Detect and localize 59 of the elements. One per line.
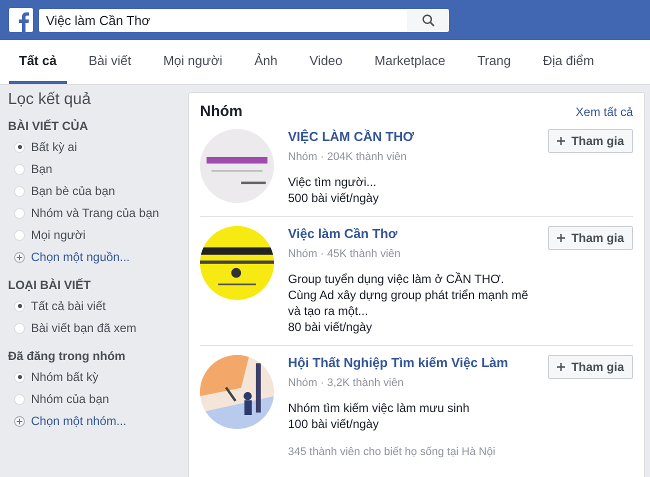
filter-title: Lọc kết quả	[8, 91, 92, 109]
members-note: 345 thành viên cho biết họ sống tại Hà Nội	[288, 445, 496, 460]
search-tab[interactable]: Ảnh	[244, 40, 288, 84]
filter-option[interactable]: Mọi người	[31, 228, 86, 242]
filter-option[interactable]: Tất cả bài viết	[31, 299, 106, 313]
search-field[interactable]: Việc làm Cần Thơ	[39, 8, 407, 32]
search-tab[interactable]: Tất cả	[9, 40, 67, 84]
radio-button[interactable]	[14, 208, 25, 218]
filter-option[interactable]: Bạn	[31, 162, 52, 176]
search-tab[interactable]: Địa điểm	[532, 40, 604, 84]
plus-icon	[557, 137, 566, 145]
filter-heading: LOẠI BÀI VIẾT	[8, 278, 92, 292]
group-description: Nhóm tìm kiếm việc làm mưu sinh	[288, 400, 470, 416]
group-name-link[interactable]: VIỆC LÀM CẦN THƠ	[288, 129, 534, 145]
filter-option[interactable]: Bất kỳ ai	[31, 140, 78, 154]
join-button[interactable]: Tham gia	[548, 355, 633, 379]
see-all-link[interactable]: Xem tất cả	[576, 104, 633, 118]
search-tab[interactable]: Bài viết	[78, 40, 142, 84]
group-name-link[interactable]: Hội Thất Nghiệp Tìm kiếm Việc Làm	[288, 355, 534, 371]
filter-option[interactable]: Nhóm và Trang của bạn	[31, 206, 160, 220]
radio-button[interactable]	[14, 322, 25, 334]
choose-link[interactable]: Chọn một nhóm...	[31, 414, 126, 428]
filter-heading: Đã đăng trong nhóm	[8, 349, 126, 363]
posts-per-day: 500 bài viết/ngày	[288, 190, 534, 206]
search-tab[interactable]: Video	[300, 40, 353, 84]
search-tab[interactable]: Mọi người	[153, 40, 232, 84]
posts-per-day: 100 bài viết/ngày	[288, 416, 534, 432]
radio-button[interactable]	[14, 300, 25, 312]
search-tab[interactable]: Marketplace	[364, 40, 456, 84]
radio-button[interactable]	[14, 164, 25, 174]
radio-button[interactable]	[14, 394, 25, 404]
group-description: Group tuyển dụng việc làm ở CẦN THƠ. Cùng Ad xây dựng group phát triển mạnh mẽ và tạo ra một...	[288, 271, 530, 319]
filter-option[interactable]: Nhóm của bạn	[31, 392, 110, 406]
search-tab[interactable]: Trang	[467, 40, 521, 84]
add-circle-icon	[14, 252, 25, 262]
radio-button[interactable]	[14, 142, 25, 152]
search-icon	[422, 14, 434, 26]
group-description: Việc tìm người...	[288, 174, 378, 190]
radio-button[interactable]	[14, 186, 25, 196]
section-title: Nhóm	[200, 103, 242, 120]
group-meta: Nhóm · 45K thành viên	[288, 247, 402, 262]
search-button[interactable]	[407, 8, 449, 32]
facebook-logo-icon[interactable]	[9, 8, 33, 32]
plus-icon	[557, 234, 566, 242]
filter-heading: BÀI VIẾT CỦA	[8, 119, 90, 133]
plus-icon	[557, 363, 566, 371]
join-button[interactable]: Tham gia	[548, 129, 633, 153]
posts-per-day: 80 bài viết/ngày	[288, 319, 534, 335]
join-button[interactable]: Tham gia	[548, 226, 633, 250]
filter-option[interactable]: Nhóm bất kỳ	[31, 370, 98, 384]
filter-option[interactable]: Bạn bè của bạn	[31, 184, 116, 198]
filter-option[interactable]: Bài viết bạn đã xem	[31, 321, 136, 335]
choose-link[interactable]: Chọn một nguồn...	[31, 250, 130, 264]
add-circle-icon	[14, 416, 25, 426]
group-meta: Nhóm · 204K thành viên	[288, 150, 408, 165]
group-meta: Nhóm · 3,2K thành viên	[288, 376, 405, 391]
radio-button[interactable]	[14, 230, 25, 240]
group-name-link[interactable]: Việc làm Cần Thơ	[288, 226, 534, 242]
radio-button[interactable]	[14, 372, 25, 382]
